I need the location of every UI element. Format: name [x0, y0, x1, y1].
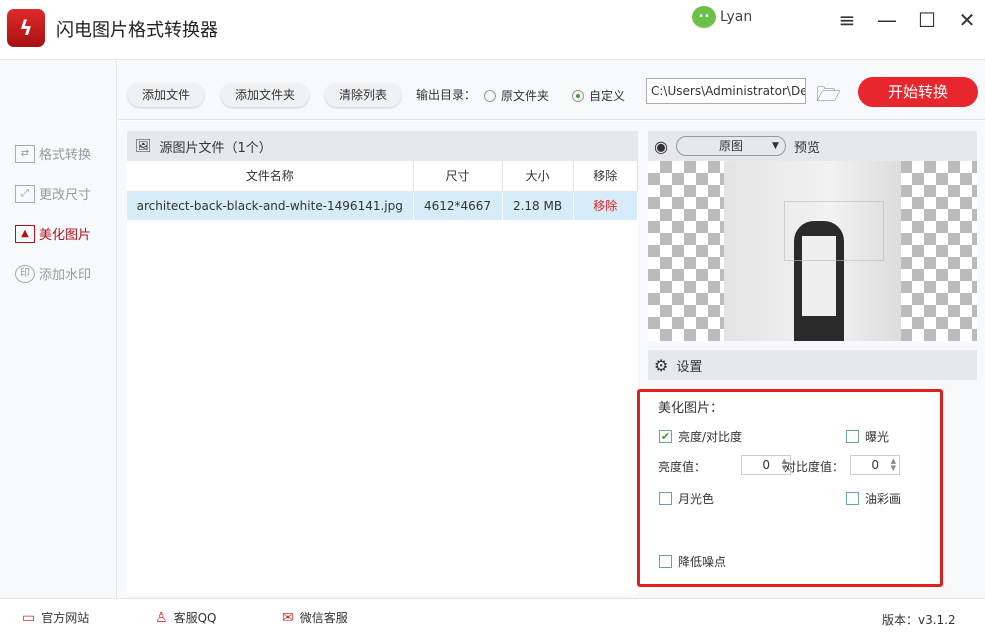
footer-label: 客服QQ [174, 609, 217, 626]
file-list-header: 🖼 源图片文件（1个） [127, 131, 638, 161]
sidebar-item-beautify[interactable]: ▲美化图片 [15, 224, 91, 243]
oil-painting-checkbox[interactable]: 油彩画 [846, 490, 901, 507]
sidebar-item-resize[interactable]: ⤢更改尺寸 [15, 184, 91, 203]
sidebar-item-label: 更改尺寸 [39, 184, 91, 203]
file-dimensions: 4612*4667 [413, 191, 502, 220]
preview-mode-value: 原图 [719, 139, 743, 153]
checkbox-label: 月光色 [678, 490, 714, 507]
title-bar: ϟ 闪电图片格式转换器 ••Lyan ≡ — ☐ ✕ [0, 0, 985, 60]
contrast-value: 0 [871, 458, 879, 472]
qq-icon: ♙ [155, 610, 168, 626]
radio-selected-icon [572, 90, 584, 102]
brightness-label: 亮度值： [658, 458, 706, 475]
photo [724, 161, 901, 341]
start-convert-button[interactable]: 开始转换 [858, 77, 978, 107]
close-button[interactable]: ✕ [954, 8, 980, 32]
eye-icon: ◉ [654, 137, 668, 156]
footer-label: 微信客服 [300, 609, 348, 626]
file-size: 2.18 MB [502, 191, 573, 220]
website-link[interactable]: ▭ 官方网站 [22, 609, 89, 626]
version-label: 版本：v3.1.2 [882, 611, 956, 628]
exposure-checkbox[interactable]: 曝光 [846, 428, 889, 445]
checkbox-label: 亮度/对比度 [678, 428, 742, 445]
folder-open-icon[interactable]: 🗁 [816, 80, 841, 114]
wechat-icon: •• [692, 6, 716, 28]
file-list-title: 源图片文件（1个） [160, 137, 272, 156]
column-header: 移除 [573, 161, 638, 191]
denoise-checkbox[interactable]: 降低噪点 [659, 553, 726, 570]
add-file-button[interactable]: 添加文件 [128, 83, 204, 107]
checkbox-label: 降低噪点 [678, 553, 726, 570]
minimize-button[interactable]: — [874, 8, 900, 32]
column-header: 大小 [502, 161, 573, 191]
contrast-label: 对比度值： [784, 458, 844, 475]
section-title: 美化图片： [658, 397, 723, 416]
file-list-panel: 🖼 源图片文件（1个） 文件名称 尺寸 大小 移除 architect-back-… [127, 131, 638, 595]
radio-label: 原文件夹 [501, 87, 549, 104]
image-icon: 🖼 [135, 139, 152, 154]
wechat-support-link[interactable]: ✉ 微信客服 [282, 609, 348, 626]
stamp-icon: 印 [15, 265, 35, 283]
gear-icon: ⚙ [654, 356, 668, 375]
file-table: 文件名称 尺寸 大小 移除 architect-back-black-and-w… [127, 161, 638, 220]
app-title: 闪电图片格式转换器 [56, 16, 218, 42]
clear-list-button[interactable]: 清除列表 [325, 83, 401, 107]
maximize-button[interactable]: ☐ [914, 8, 940, 32]
radio-label: 自定义 [589, 87, 625, 104]
menu-button[interactable]: ≡ [834, 8, 860, 32]
contrast-stepper[interactable]: 0 ▲▼ [850, 455, 900, 475]
user-account[interactable]: ••Lyan [692, 6, 752, 28]
sidebar-item-watermark[interactable]: 印添加水印 [15, 264, 91, 283]
sidebar-item-label: 格式转换 [39, 144, 91, 163]
table-row[interactable]: architect-back-black-and-white-1496141.j… [127, 191, 638, 220]
sidebar-item-format-convert[interactable]: ⇄格式转换 [15, 144, 91, 163]
monitor-icon: ▭ [22, 610, 35, 626]
checkbox-label: 曝光 [865, 428, 889, 445]
column-header: 尺寸 [413, 161, 502, 191]
image-sparkle-icon: ▲ [15, 225, 35, 243]
output-dir-label: 输出目录： [416, 86, 476, 103]
app-logo: ϟ [7, 9, 45, 47]
settings-title: 设置 [676, 356, 702, 375]
username: Lyan [720, 9, 752, 25]
brightness-contrast-checkbox[interactable]: ✔ 亮度/对比度 [659, 428, 742, 445]
checkbox-icon [846, 430, 859, 443]
resize-icon: ⤢ [15, 185, 35, 203]
checkbox-icon [659, 555, 672, 568]
paper [784, 201, 884, 261]
swap-icon: ⇄ [15, 145, 35, 163]
check-icon: ✔ [659, 430, 672, 443]
checkbox-icon [659, 492, 672, 505]
preview-mode-select[interactable]: 原图 ▼ [676, 136, 786, 156]
preview-panel: ◉ 原图 ▼ 预览 [648, 131, 977, 341]
remove-link[interactable]: 移除 [573, 191, 638, 220]
checkbox-label: 油彩画 [865, 490, 901, 507]
preview-header: ◉ 原图 ▼ 预览 [648, 131, 977, 161]
radio-icon [484, 90, 496, 102]
radio-original-folder[interactable]: 原文件夹 [484, 87, 549, 104]
footer-label: 官方网站 [41, 609, 89, 626]
brightness-value: 0 [762, 458, 770, 472]
moonlight-checkbox[interactable]: 月光色 [659, 490, 714, 507]
sidebar: ⇄格式转换 ⤢更改尺寸 ▲美化图片 印添加水印 [0, 60, 117, 598]
checkbox-icon [846, 492, 859, 505]
file-name: architect-back-black-and-white-1496141.j… [127, 191, 413, 220]
wechat-icon: ✉ [282, 610, 294, 626]
preview-image [648, 161, 977, 341]
beautify-settings: 美化图片： ✔亮度/对比度 曝光 亮度值： 0▲▼ 对比度值： 0▲▼ 月光色 … [637, 389, 943, 587]
stepper-arrows-icon[interactable]: ▲▼ [891, 458, 896, 472]
radio-custom[interactable]: 自定义 [572, 87, 625, 104]
add-folder-button[interactable]: 添加文件夹 [221, 83, 309, 107]
settings-header: ⚙ 设置 [648, 350, 977, 380]
qq-support-link[interactable]: ♙ 客服QQ [155, 609, 216, 626]
table-header: 文件名称 尺寸 大小 移除 [127, 161, 638, 191]
sidebar-item-label: 美化图片 [39, 224, 91, 243]
sidebar-item-label: 添加水印 [39, 264, 91, 283]
column-header: 文件名称 [127, 161, 413, 191]
output-path-input[interactable]: C:\Users\Administrator\Desktop [646, 78, 806, 104]
footer: ▭ 官方网站 ♙ 客服QQ ✉ 微信客服 版本：v3.1.2 [0, 598, 985, 636]
preview-label: 预览 [794, 137, 820, 156]
chevron-down-icon: ▼ [772, 137, 779, 155]
toolbar: 添加文件 添加文件夹 清除列表 输出目录： 原文件夹 自定义 C:\Users\… [118, 60, 985, 120]
